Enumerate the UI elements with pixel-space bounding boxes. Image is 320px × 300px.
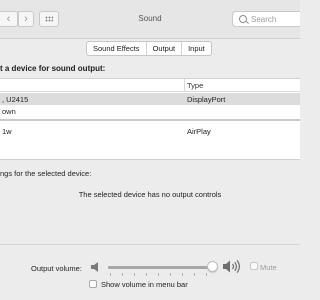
table-row[interactable]: 1w AirPlay: [0, 125, 300, 137]
tab-bar: Sound Effects Output Input: [86, 41, 212, 56]
show-volume-checkbox[interactable]: [89, 280, 97, 288]
table-header: Type: [0, 79, 300, 92]
column-header-type[interactable]: Type: [187, 81, 203, 90]
column-separator: [184, 79, 185, 91]
device-name: , U2415: [2, 95, 29, 104]
device-name: own: [2, 107, 16, 116]
mute-label: Mute: [260, 263, 277, 272]
search-icon: [239, 15, 247, 23]
mute-checkbox[interactable]: [250, 262, 258, 270]
slider-thumb[interactable]: [207, 261, 218, 272]
output-device-table: Type , U2415 DisplayPort own 1w AirPlay: [0, 78, 300, 160]
tab-sound-effects[interactable]: Sound Effects: [87, 42, 147, 55]
window-titlebar: ‹ › Sound Search: [0, 0, 300, 39]
output-device-heading: t a device for sound output:: [0, 64, 106, 73]
table-row[interactable]: , U2415 DisplayPort: [0, 93, 300, 105]
divider: [0, 244, 300, 245]
search-input[interactable]: Search: [251, 15, 276, 24]
output-volume-label: Output volume:: [31, 264, 82, 273]
speaker-high-icon: [223, 260, 240, 273]
output-volume-slider[interactable]: [108, 266, 213, 269]
slider-ticks: [110, 273, 210, 276]
device-type: DisplayPort: [187, 95, 226, 104]
device-type: AirPlay: [187, 127, 211, 136]
tab-output[interactable]: Output: [146, 42, 183, 55]
device-settings-label: ngs for the selected device:: [0, 169, 92, 178]
row-divider: [0, 119, 300, 121]
table-row[interactable]: own: [0, 105, 300, 117]
show-volume-label: Show volume in menu bar: [101, 280, 188, 289]
device-name: 1w: [2, 127, 12, 136]
speaker-low-icon: [91, 262, 98, 272]
no-controls-message: The selected device has no output contro…: [78, 190, 222, 199]
tab-input[interactable]: Input: [182, 42, 211, 55]
slider-fill: [108, 266, 207, 269]
search-field[interactable]: Search: [232, 11, 300, 27]
